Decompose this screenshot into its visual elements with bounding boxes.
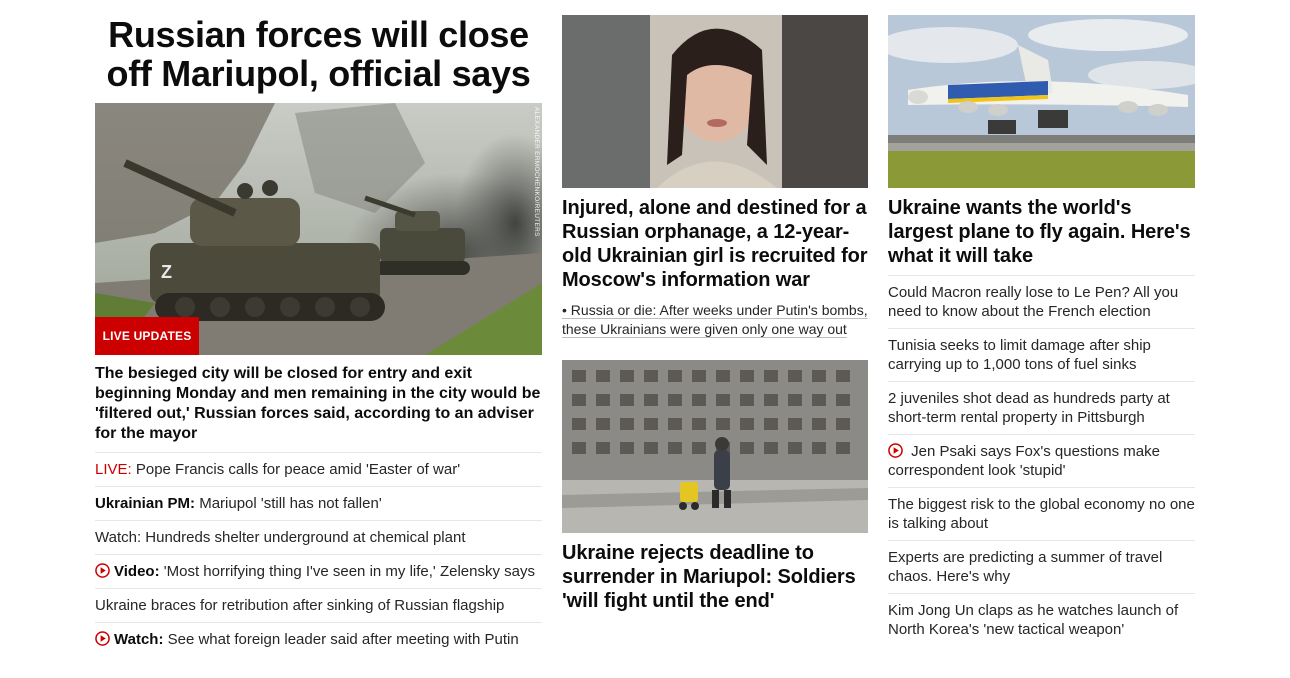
plane-story-headline[interactable]: Ukraine wants the world's largest plane … bbox=[888, 196, 1195, 276]
list-item[interactable]: Ukraine braces for retribution after sin… bbox=[95, 589, 542, 623]
play-icon bbox=[888, 443, 903, 458]
link-text: See what foreign leader said after meeti… bbox=[163, 631, 519, 648]
list-item[interactable]: Watch: See what foreign leader said afte… bbox=[95, 623, 542, 657]
link-text: Tunisia seeks to limit damage after ship… bbox=[888, 337, 1151, 373]
mariupol-photo bbox=[562, 360, 868, 533]
link-text: 'Most horrifying thing I've seen in my l… bbox=[159, 563, 535, 580]
link-text: 2 juveniles shot dead as hundreds party … bbox=[888, 390, 1170, 426]
middle-column: Injured, alone and destined for a Russia… bbox=[562, 0, 868, 613]
link-text: Ukraine braces for retribution after sin… bbox=[95, 597, 505, 614]
right-column: Ukraine wants the world's largest plane … bbox=[888, 0, 1195, 647]
link-text: Mariupol 'still has not fallen' bbox=[195, 495, 382, 512]
lead-related-links: LIVE: Pope Francis calls for peace amid … bbox=[95, 453, 542, 657]
link-text: Experts are predicting a summer of trave… bbox=[888, 549, 1163, 585]
list-item[interactable]: Kim Jong Un claps as he watches launch o… bbox=[888, 594, 1195, 647]
play-icon bbox=[95, 563, 110, 578]
list-item[interactable]: Could Macron really lose to Le Pen? All … bbox=[888, 276, 1195, 329]
lead-description[interactable]: The besieged city will be closed for ent… bbox=[95, 364, 542, 453]
related-link[interactable]: • Russia or die: After weeks under Putin… bbox=[562, 301, 868, 339]
lead-story-column: Russian forces will close off Mariupol, … bbox=[95, 0, 542, 657]
orphanage-story-headline[interactable]: Injured, alone and destined for a Russia… bbox=[562, 196, 868, 292]
plane-photo bbox=[888, 15, 1195, 188]
list-item[interactable]: The biggest risk to the global economy n… bbox=[888, 488, 1195, 541]
list-item[interactable]: Watch: Hundreds shelter underground at c… bbox=[95, 521, 542, 555]
list-item[interactable]: 2 juveniles shot dead as hundreds party … bbox=[888, 382, 1195, 435]
play-icon bbox=[95, 631, 110, 646]
plane-image[interactable] bbox=[888, 15, 1195, 188]
list-item[interactable]: Tunisia seeks to limit damage after ship… bbox=[888, 329, 1195, 382]
list-item[interactable]: Video: 'Most horrifying thing I've seen … bbox=[95, 555, 542, 589]
link-text: Jen Psaki says Fox's questions make corr… bbox=[888, 443, 1160, 479]
list-item[interactable]: LIVE: Pope Francis calls for peace amid … bbox=[95, 453, 542, 487]
headline-list: Could Macron really lose to Le Pen? All … bbox=[888, 276, 1195, 647]
mariupol-story-headline[interactable]: Ukraine rejects deadline to surrender in… bbox=[562, 541, 868, 613]
list-item[interactable]: Ukrainian PM: Mariupol 'still has not fa… bbox=[95, 487, 542, 521]
link-label: Watch: bbox=[114, 631, 164, 648]
list-item[interactable]: Experts are predicting a summer of trave… bbox=[888, 541, 1195, 594]
live-updates-badge[interactable]: LIVE UPDATES bbox=[95, 317, 199, 355]
link-text: Watch: Hundreds shelter underground at c… bbox=[95, 529, 466, 546]
link-text: The biggest risk to the global economy n… bbox=[888, 496, 1195, 532]
mariupol-image[interactable] bbox=[562, 360, 868, 533]
svg-text:Z: Z bbox=[161, 262, 172, 282]
photo-credit: ALEXANDER ERMOCHENKO/REUTERS bbox=[533, 107, 540, 237]
link-text: Kim Jong Un claps as he watches launch o… bbox=[888, 602, 1179, 638]
girl-image[interactable] bbox=[562, 15, 868, 188]
live-label: LIVE: bbox=[95, 461, 132, 478]
list-item[interactable]: Jen Psaki says Fox's questions make corr… bbox=[888, 435, 1195, 488]
lead-headline[interactable]: Russian forces will close off Mariupol, … bbox=[95, 15, 542, 93]
girl-photo bbox=[562, 15, 868, 188]
link-label: Ukrainian PM: bbox=[95, 495, 196, 512]
link-text: Pope Francis calls for peace amid 'Easte… bbox=[131, 461, 461, 478]
lead-image[interactable]: Z ALEXANDER ERMOCHENKO/REUTERS LIVE UPDA… bbox=[95, 103, 542, 355]
link-text: Could Macron really lose to Le Pen? All … bbox=[888, 284, 1179, 320]
link-label: Video: bbox=[114, 563, 160, 580]
